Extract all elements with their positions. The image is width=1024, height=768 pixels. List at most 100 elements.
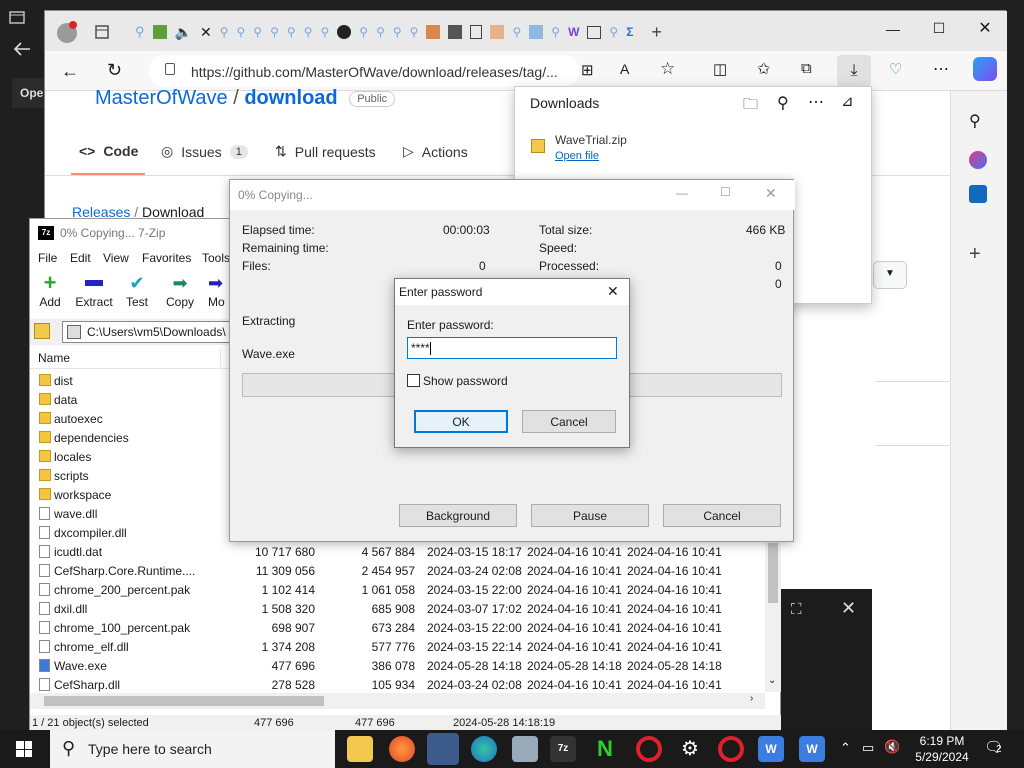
search-icon[interactable]: ⚲	[287, 25, 296, 39]
menu-view[interactable]: View	[103, 251, 129, 265]
tab-code[interactable]: <> Code	[79, 143, 138, 159]
opera-tab-label[interactable]: Ope	[12, 78, 46, 108]
password-input[interactable]: ****	[407, 337, 617, 359]
back-arrow-icon[interactable]	[10, 40, 34, 58]
show-password-checkbox[interactable]	[407, 374, 420, 387]
opera-icon[interactable]	[636, 736, 662, 762]
vertical-scrollbar[interactable]: ⌄	[765, 537, 781, 692]
background-button[interactable]: Background	[399, 504, 517, 527]
outlook-icon[interactable]	[969, 185, 987, 203]
search-icon[interactable]: ⚲	[237, 25, 246, 39]
menu-tools[interactable]: Tools	[202, 251, 230, 265]
table-row[interactable]: chrome_200_percent.pak 1 102 414 1 061 058…	[30, 580, 765, 599]
chrome-icon[interactable]	[427, 733, 459, 765]
repo-owner-link[interactable]: MasterOfWave	[95, 87, 228, 109]
open-file-link[interactable]: Open file	[555, 150, 599, 162]
system-clock[interactable]: 6:19 PM 5/29/2024	[912, 733, 972, 765]
app-tab-icon[interactable]	[426, 25, 441, 39]
close-icon[interactable]: ✕	[765, 185, 777, 202]
up-folder-icon[interactable]	[34, 323, 50, 339]
search-icon[interactable]: ⚲	[969, 111, 981, 131]
repo-name-link[interactable]: download	[244, 87, 337, 109]
browser-essentials-icon[interactable]: ♡	[889, 60, 902, 78]
tab-view-icon[interactable]	[95, 25, 109, 39]
table-row[interactable]: Wave.exe 477 696 386 078 2024-05-28 14:18 20…	[30, 656, 765, 675]
taskbar-search-box[interactable]: ⚲ Type here to search	[50, 730, 335, 768]
table-row[interactable]: CefSharp.dll 278 528 105 934 2024-03-24 02:…	[30, 675, 765, 694]
wave-app-icon[interactable]: W	[758, 736, 784, 762]
test-button[interactable]: ✔ Test	[117, 271, 157, 309]
cancel-button[interactable]: Cancel	[663, 504, 781, 527]
download-file-name[interactable]: WaveTrial.zip	[555, 133, 627, 147]
horizontal-scrollbar[interactable]: ›	[30, 693, 765, 709]
table-row[interactable]: chrome_100_percent.pak 698 907 673 284 2024…	[30, 618, 765, 637]
more-menu-icon[interactable]: ⋯	[933, 59, 949, 79]
fullscreen-icon[interactable]: ⛶	[791, 601, 802, 618]
apps-icon[interactable]: ⊞	[581, 61, 594, 79]
extract-button[interactable]: Extract	[74, 271, 114, 309]
add-button[interactable]: + Add	[30, 271, 70, 310]
tab-icons-row[interactable]: ⚲ 🔈 ✕ ⚲ ⚲ ⚲ ⚲ ⚲ ⚲ ⚲ ⚲ ⚲ ⚲ ⚲ ⚲ ⚲ W ⚲ Σ +	[135, 21, 825, 43]
tab-pull-requests[interactable]: ⇅ Pull requests	[275, 143, 376, 160]
copilot-sidebar-icon[interactable]	[969, 151, 987, 169]
search-icon[interactable]: ⚲	[777, 93, 789, 113]
menu-favorites[interactable]: Favorites	[142, 251, 191, 265]
cancel-button[interactable]: Cancel	[522, 410, 616, 433]
close-icon[interactable]: ✕	[200, 24, 212, 41]
network-icon[interactable]: ▭	[862, 740, 874, 756]
column-name[interactable]: Name	[38, 351, 70, 365]
copy-button[interactable]: ➡ Copy	[160, 271, 200, 309]
sevenzip-taskbar-icon[interactable]: 7z	[550, 736, 576, 762]
table-row[interactable]: dxil.dll 1 508 320 685 908 2024-03-07 17:02…	[30, 599, 765, 618]
minimize-icon[interactable]: —	[883, 21, 903, 37]
close-icon[interactable]: ✕	[841, 598, 856, 619]
opera-icon[interactable]	[718, 736, 744, 762]
file-explorer-icon[interactable]	[347, 736, 373, 762]
split-screen-icon[interactable]: ◫	[713, 60, 727, 78]
wave-icon[interactable]: W	[568, 25, 579, 39]
new-tab-icon[interactable]: +	[651, 22, 662, 43]
minimize-icon[interactable]: —	[676, 186, 688, 200]
pin-icon[interactable]: ⊿	[841, 92, 854, 110]
notepad-plus-icon[interactable]: N	[592, 736, 618, 762]
tab-actions[interactable]: ▷ Actions	[403, 143, 468, 160]
scroll-right-icon[interactable]: ›	[750, 693, 753, 704]
app-tab-icon[interactable]	[529, 25, 544, 39]
favorites-icon[interactable]: ✩	[757, 59, 770, 79]
speaker-icon[interactable]: 🔈	[175, 24, 192, 41]
search-icon[interactable]: ⚲	[551, 25, 560, 39]
close-window-icon[interactable]: ✕	[975, 18, 995, 38]
document-icon[interactable]	[470, 25, 483, 39]
menu-file[interactable]: File	[38, 251, 57, 265]
search-icon[interactable]: ⚲	[320, 25, 329, 39]
ok-button[interactable]: OK	[414, 410, 508, 433]
pause-button[interactable]: Pause	[531, 504, 649, 527]
tray-chevron-icon[interactable]: ⌃	[840, 740, 851, 756]
scroll-down-icon[interactable]: ⌄	[768, 675, 776, 686]
calendar-icon[interactable]	[587, 25, 602, 39]
search-icon[interactable]: ⚲	[270, 25, 279, 39]
search-icon[interactable]: ⚲	[512, 25, 521, 39]
github-icon[interactable]	[337, 25, 352, 39]
refresh-icon[interactable]: ↻	[107, 60, 122, 81]
hscroll-thumb[interactable]	[44, 696, 324, 706]
search-icon[interactable]: ⚲	[393, 25, 402, 39]
tab-actions-icon[interactable]	[8, 8, 26, 26]
table-row[interactable]: chrome_elf.dll 1 374 208 577 776 2024-03-15…	[30, 637, 765, 656]
copilot-icon[interactable]	[973, 57, 997, 81]
search-icon[interactable]: ⚲	[609, 25, 618, 39]
sigma-icon[interactable]: Σ	[626, 25, 633, 39]
maximize-icon[interactable]: ☐	[929, 20, 949, 37]
menu-edit[interactable]: Edit	[70, 251, 91, 265]
edge-icon[interactable]	[471, 736, 497, 762]
search-icon[interactable]: ⚲	[410, 25, 419, 39]
maximize-icon[interactable]: ☐	[720, 185, 731, 199]
table-row[interactable]: CefSharp.Core.Runtime.... 11 309 056 2 454…	[30, 561, 765, 580]
settings-gear-icon[interactable]: ⚙	[677, 736, 703, 762]
search-icon[interactable]: ⚲	[376, 25, 385, 39]
app-icon[interactable]	[512, 736, 538, 762]
search-icon[interactable]: ⚲	[253, 25, 262, 39]
address-input[interactable]: https://github.com/MasterOfWave/download…	[149, 55, 579, 87]
start-windows-icon[interactable]	[16, 741, 32, 757]
search-icon[interactable]: ⚲	[135, 24, 145, 40]
